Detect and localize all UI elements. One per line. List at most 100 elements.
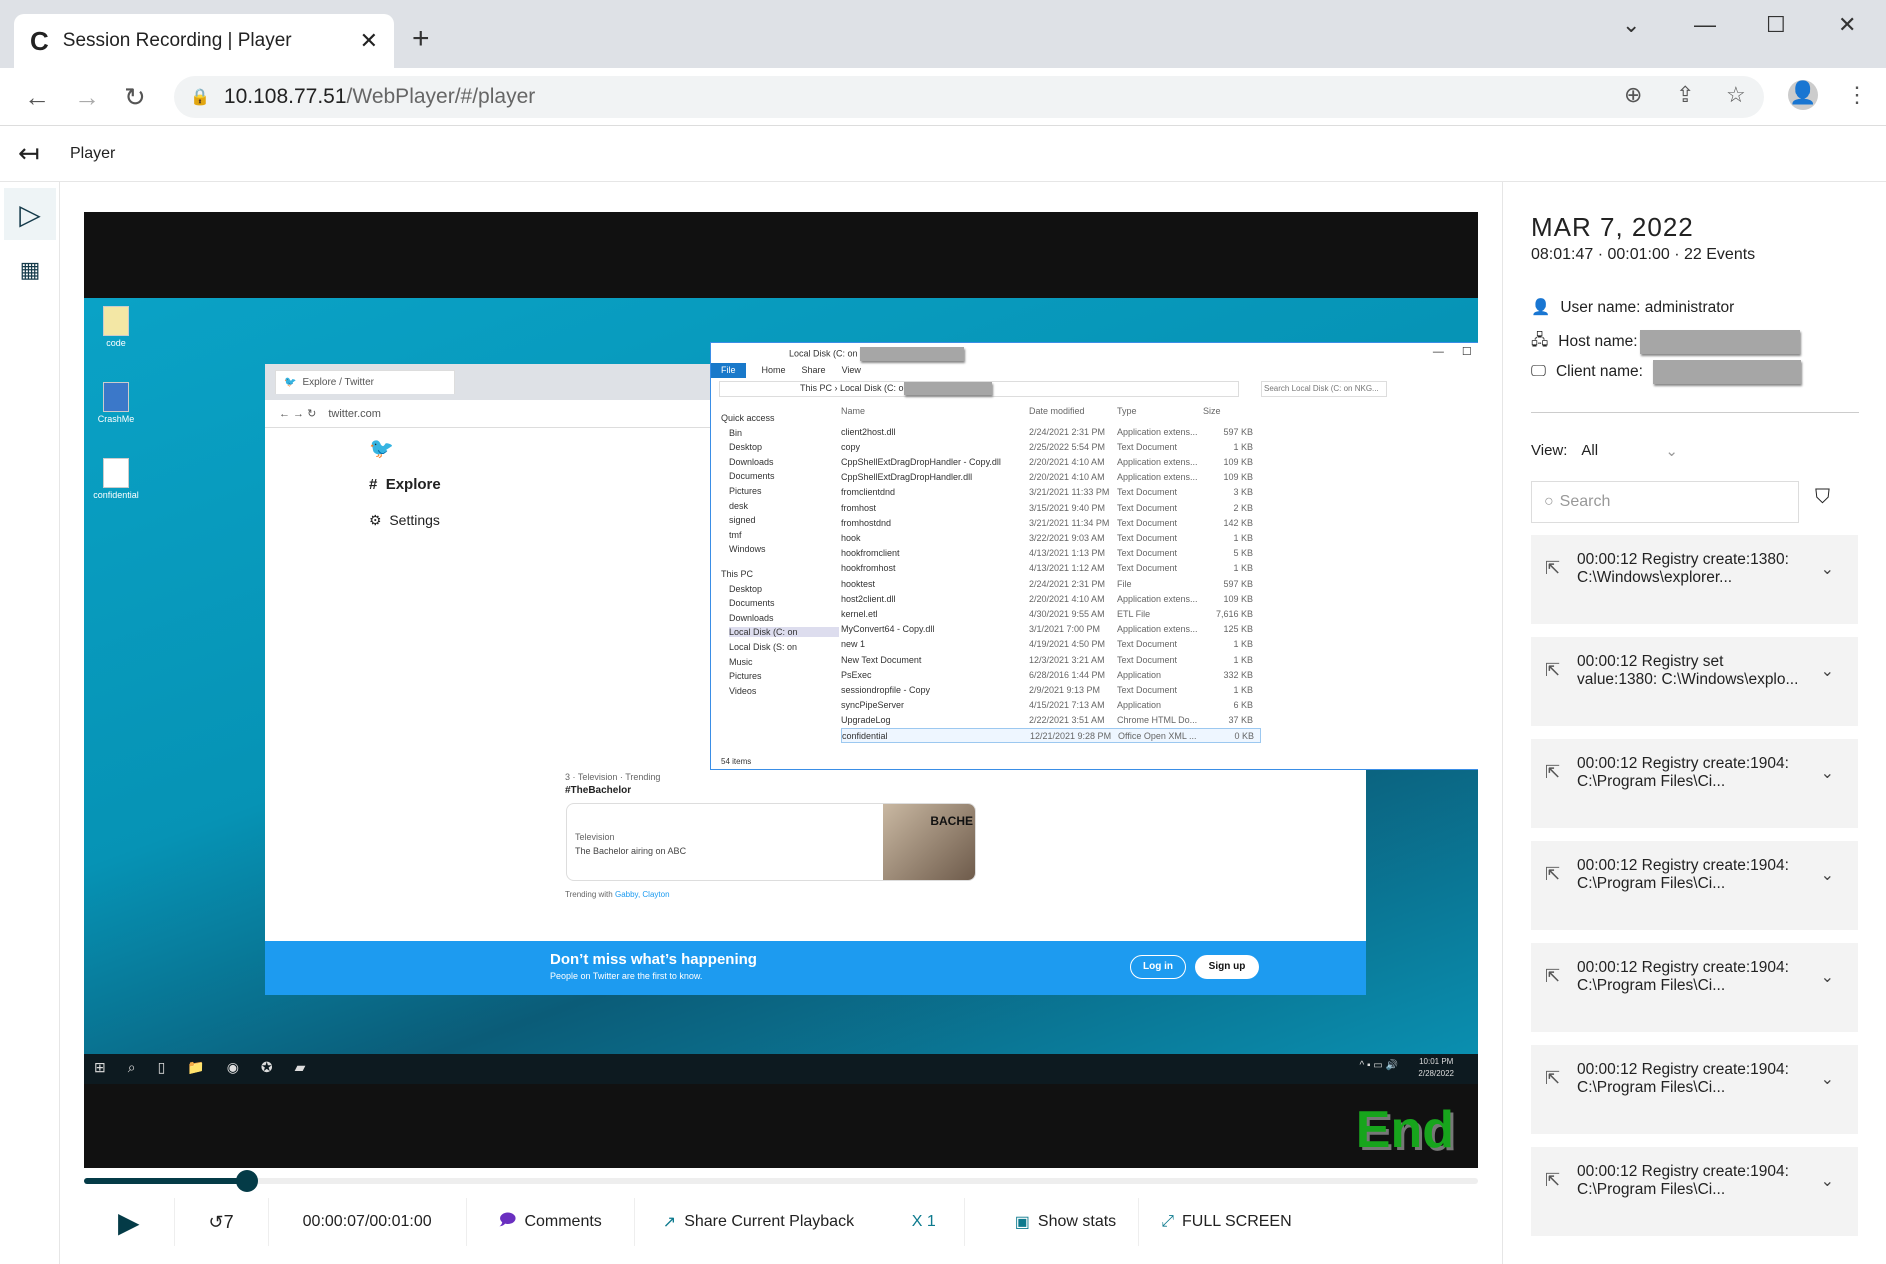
event-card[interactable]: ⇱ 00:00:12 Registry create:1904: C:\Progr… [1531, 1147, 1858, 1236]
explorer-nav-item[interactable]: tmf [729, 530, 742, 540]
rewind-7-button[interactable]: ↺7 [175, 1198, 269, 1246]
explorer-nav-item[interactable]: signed [729, 515, 756, 525]
signup-button[interactable]: Sign up [1195, 955, 1259, 979]
file-row[interactable]: client2host.dll 2/24/2021 2:31 PM Applicat… [841, 424, 1261, 439]
explorer-nav-item[interactable]: This PC [721, 569, 753, 579]
expand-chevron-icon[interactable]: ⌄ [1821, 1071, 1834, 1089]
zoom-icon[interactable]: ⊕ [1624, 82, 1642, 108]
back-icon[interactable]: ← [24, 82, 50, 113]
show-stats-button[interactable]: ▣ Show stats [965, 1198, 1140, 1246]
play-button[interactable]: ▶ [84, 1198, 175, 1246]
speed-button[interactable]: X 1 [912, 1213, 936, 1231]
file-row[interactable]: PsExec 6/28/2016 1:44 PM Application 332 KB [841, 667, 1261, 682]
player-nav-icon[interactable]: ▷ [4, 188, 56, 240]
file-row[interactable]: fromhost 3/15/2021 9:40 PM Text Document 2 … [841, 500, 1261, 515]
fullscreen-button[interactable]: ⤢ FULL SCREEN [1139, 1198, 1313, 1246]
expand-chevron-icon[interactable]: ⌄ [1821, 867, 1834, 885]
comments-button[interactable]: 🗩 Comments [467, 1198, 635, 1246]
event-card[interactable]: ⇱ 00:00:12 Registry set value:1380: C:\Wi… [1531, 637, 1858, 726]
file-row[interactable]: fromclientdnd 3/21/2021 11:33 PM Text Docu… [841, 485, 1261, 500]
file-row[interactable]: host2client.dll 2/20/2021 4:10 AM Applicat… [841, 591, 1261, 606]
event-search-input[interactable]: ○ Search [1531, 481, 1799, 523]
expand-chevron-icon[interactable]: ⌄ [1821, 561, 1834, 579]
explorer-nav-item[interactable]: Local Disk (C: on [729, 627, 839, 638]
expand-chevron-icon[interactable]: ⌄ [1821, 663, 1834, 681]
explorer-nav-item[interactable]: Documents [729, 598, 775, 608]
file-row[interactable]: syncPipeServer 4/15/2021 7:13 AM Applicati… [841, 698, 1261, 713]
file-row[interactable]: sessiondropfile - Copy 2/9/2021 9:13 PM Te… [841, 682, 1261, 697]
explorer-nav-item[interactable]: Desktop [729, 584, 762, 594]
ribbon-home[interactable]: Home [762, 363, 786, 378]
explorer-nav-item[interactable]: Pictures [729, 671, 762, 681]
explorer-nav-item[interactable]: Downloads [729, 613, 774, 623]
explorer-nav-item[interactable]: Downloads [729, 457, 774, 467]
twitter-nav-explore[interactable]: # Explore [369, 476, 441, 493]
url-input[interactable]: 🔒 10.108.77.51/WebPlayer/#/player [174, 76, 1764, 118]
event-card[interactable]: ⇱ 00:00:12 Registry create:1904: C:\Progr… [1531, 841, 1858, 930]
login-button[interactable]: Log in [1130, 955, 1186, 979]
file-row[interactable]: copy 2/25/2022 5:54 PM Text Document 1 KB [841, 439, 1261, 454]
browser-tab[interactable]: C Session Recording | Player ✕ [14, 14, 394, 68]
explorer-search[interactable]: Search Local Disk (C: on NKG... [1261, 381, 1387, 397]
view-filter[interactable]: View: All ⌄ [1531, 442, 1678, 460]
ribbon-share[interactable]: Share [802, 363, 826, 378]
twitter-tab[interactable]: 🐦 Explore / Twitter [275, 370, 455, 394]
desktop-icon-confidential[interactable]: confidential [86, 458, 146, 500]
new-tab-button[interactable]: + [412, 22, 430, 56]
explorer-nav-item[interactable]: Bin [729, 428, 742, 438]
explorer-nav-item[interactable]: Desktop [729, 442, 762, 452]
close-window-icon[interactable]: ✕ [1838, 12, 1856, 38]
event-card[interactable]: ⇱ 00:00:12 Registry create:1380: C:\Windo… [1531, 535, 1858, 624]
maximize-icon[interactable]: ☐ [1766, 12, 1786, 38]
explorer-breadcrumb[interactable]: This PC › Local Disk (C: o [719, 381, 1239, 397]
file-row[interactable]: kernel.etl 4/30/2021 9:55 AM ETL File 7,616… [841, 606, 1261, 621]
expand-chevron-icon[interactable]: ⌄ [1821, 969, 1834, 987]
ribbon-file[interactable]: File [711, 363, 746, 378]
close-tab-icon[interactable]: ✕ [360, 28, 378, 54]
file-row[interactable]: hooktest 2/24/2021 2:31 PM File 597 KB [841, 576, 1261, 591]
tab-search-icon[interactable]: ⌄ [1622, 12, 1640, 38]
event-card[interactable]: ⇱ 00:00:12 Registry create:1904: C:\Progr… [1531, 739, 1858, 828]
explorer-nav-item[interactable]: desk [729, 501, 748, 511]
back-arrow-icon[interactable]: ↤ [18, 138, 40, 169]
explorer-nav-item[interactable]: Videos [729, 686, 756, 696]
reload-icon[interactable]: ↻ [124, 82, 146, 113]
file-row[interactable]: MyConvert64 - Copy.dll 3/1/2021 7:00 PM Ap… [841, 622, 1261, 637]
filter-icon[interactable]: ⛉ [1815, 486, 1830, 509]
file-row[interactable]: fromhostdnd 3/21/2021 11:34 PM Text Docume… [841, 515, 1261, 530]
forward-icon[interactable]: → [74, 82, 100, 113]
file-row[interactable]: CppShellExtDragDropHandler - Copy.dll 2/2… [841, 454, 1261, 469]
dashboard-nav-icon[interactable]: ▦ [4, 244, 56, 296]
event-card[interactable]: ⇱ 00:00:12 Registry create:1904: C:\Progr… [1531, 1045, 1858, 1134]
recording-viewport[interactable]: code CrashMe confidential 🐦 Explore / Twi… [84, 212, 1478, 1168]
minimize-icon[interactable]: — [1694, 12, 1716, 38]
file-row[interactable]: new 1 4/19/2021 4:50 PM Text Document 1 KB [841, 637, 1261, 652]
explorer-nav-item[interactable]: Documents [729, 471, 775, 481]
file-row[interactable]: CppShellExtDragDropHandler.dll 2/20/2021 … [841, 470, 1261, 485]
bookmark-star-icon[interactable]: ☆ [1726, 82, 1746, 108]
explorer-nav-item[interactable]: Pictures [729, 486, 762, 496]
event-card[interactable]: ⇱ 00:00:12 Registry create:1904: C:\Progr… [1531, 943, 1858, 1032]
expand-chevron-icon[interactable]: ⌄ [1821, 1173, 1834, 1191]
file-row[interactable]: hook 3/22/2021 9:03 AM Text Document 1 KB [841, 530, 1261, 545]
share-playback-button[interactable]: ↗ Share Current Playback X 1 [635, 1198, 965, 1246]
playback-slider[interactable] [84, 1170, 1478, 1192]
trend-card[interactable]: Television The Bachelor airing on ABC BA… [566, 803, 976, 881]
trend-tag[interactable]: #TheBachelor [565, 785, 631, 796]
explorer-nav-item[interactable]: Music [729, 657, 753, 667]
file-row[interactable]: New Text Document 12/3/2021 3:21 AM Text D… [841, 652, 1261, 667]
explorer-window-controls[interactable]: —☐✕ [1433, 345, 1478, 358]
ribbon-view[interactable]: View [842, 363, 861, 378]
slider-handle[interactable] [236, 1170, 259, 1192]
desktop-icon-code[interactable]: code [86, 306, 146, 348]
explorer-nav-item[interactable]: Windows [729, 544, 766, 554]
desktop-icon-crashme[interactable]: CrashMe [86, 382, 146, 424]
expand-chevron-icon[interactable]: ⌄ [1821, 765, 1834, 783]
explorer-nav-item[interactable]: Local Disk (S: on [729, 642, 797, 652]
file-row[interactable]: hookfromclient 4/13/2021 1:13 PM Text Docu… [841, 546, 1261, 561]
explorer-nav-item[interactable]: Quick access [721, 413, 775, 423]
profile-avatar-icon[interactable]: 👤 [1788, 80, 1818, 110]
file-row[interactable]: confidential 12/21/2021 9:28 PM Office Ope… [841, 728, 1261, 743]
file-row[interactable]: UpgradeLog 2/22/2021 3:51 AM Chrome HTML D… [841, 713, 1261, 728]
file-row[interactable]: hookfromhost 4/13/2021 1:12 AM Text Docume… [841, 561, 1261, 576]
